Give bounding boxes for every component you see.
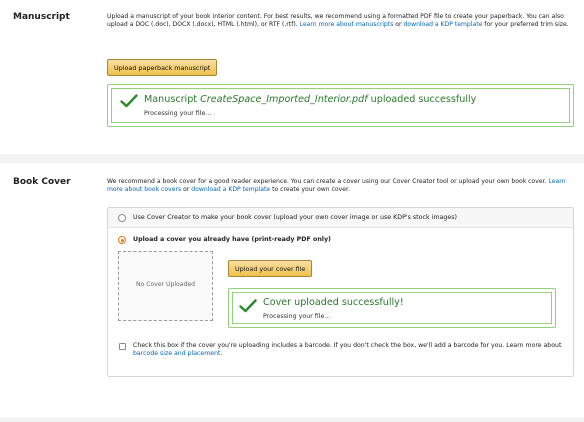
manuscript-section: Manuscript Upload a manuscript of your b…: [0, 0, 584, 154]
cover-preview-placeholder: No Cover Uploaded: [118, 251, 213, 321]
manuscript-success-message: Manuscript CreateSpace_Imported_Interior…: [144, 94, 476, 105]
download-cover-template-link[interactable]: download a KDP template: [191, 186, 270, 193]
no-cover-text: No Cover Uploaded: [136, 281, 195, 288]
cover-processing-text: Processing your file...: [263, 313, 331, 320]
manuscript-desc-end: for your preferred trim size.: [482, 21, 569, 29]
upload-cover-button[interactable]: Upload your cover file: [228, 260, 313, 277]
success-suffix: uploaded successfully: [367, 94, 477, 105]
cover-creator-option[interactable]: Use Cover Creator to make your book cove…: [108, 208, 573, 228]
manuscript-heading: Manuscript: [13, 12, 70, 22]
cover-success-alert: Cover uploaded successfully! Processing …: [228, 288, 556, 328]
learn-more-manuscripts-link[interactable]: Learn more about manuscripts: [300, 21, 394, 28]
cover-options-box: Use Cover Creator to make your book cove…: [107, 207, 574, 377]
book-cover-section: Book Cover We recommend a book cover for…: [0, 163, 584, 417]
cover-success-message: Cover uploaded successfully!: [263, 297, 404, 308]
barcode-checkbox[interactable]: [119, 343, 126, 350]
book-cover-heading: Book Cover: [13, 177, 71, 187]
manuscript-desc-or: or: [393, 21, 404, 29]
upload-cover-radio[interactable]: [118, 236, 126, 244]
barcode-text: Check this box if the cover you're uploa…: [133, 342, 562, 349]
cover-description: We recommend a book cover for a good rea…: [107, 178, 575, 195]
upload-cover-label[interactable]: Upload a cover you already have (print-r…: [133, 236, 331, 243]
barcode-size-link[interactable]: barcode size and placement: [133, 350, 220, 357]
success-prefix: Manuscript: [144, 94, 201, 105]
manuscript-filename: CreateSpace_Imported_Interior.pdf: [200, 94, 368, 105]
checkmark-icon: [120, 94, 138, 108]
cover-creator-radio[interactable]: [118, 214, 126, 222]
barcode-end: .: [220, 350, 223, 358]
cover-desc-end: to create your own cover.: [270, 186, 350, 194]
manuscript-success-alert: Manuscript CreateSpace_Imported_Interior…: [107, 84, 574, 127]
upload-manuscript-button[interactable]: Upload paperback manuscript: [107, 59, 218, 76]
cover-desc-or: or: [181, 186, 192, 194]
manuscript-description: Upload a manuscript of your book interio…: [107, 13, 575, 30]
manuscript-processing-text: Processing your file...: [144, 110, 212, 117]
cover-desc-text: We recommend a book cover for a good rea…: [107, 178, 549, 185]
checkmark-icon: [239, 299, 257, 313]
barcode-description: Check this box if the cover you're uploa…: [133, 342, 573, 359]
cover-creator-label[interactable]: Use Cover Creator to make your book cove…: [133, 214, 457, 221]
download-template-link[interactable]: download a KDP template: [403, 21, 482, 28]
